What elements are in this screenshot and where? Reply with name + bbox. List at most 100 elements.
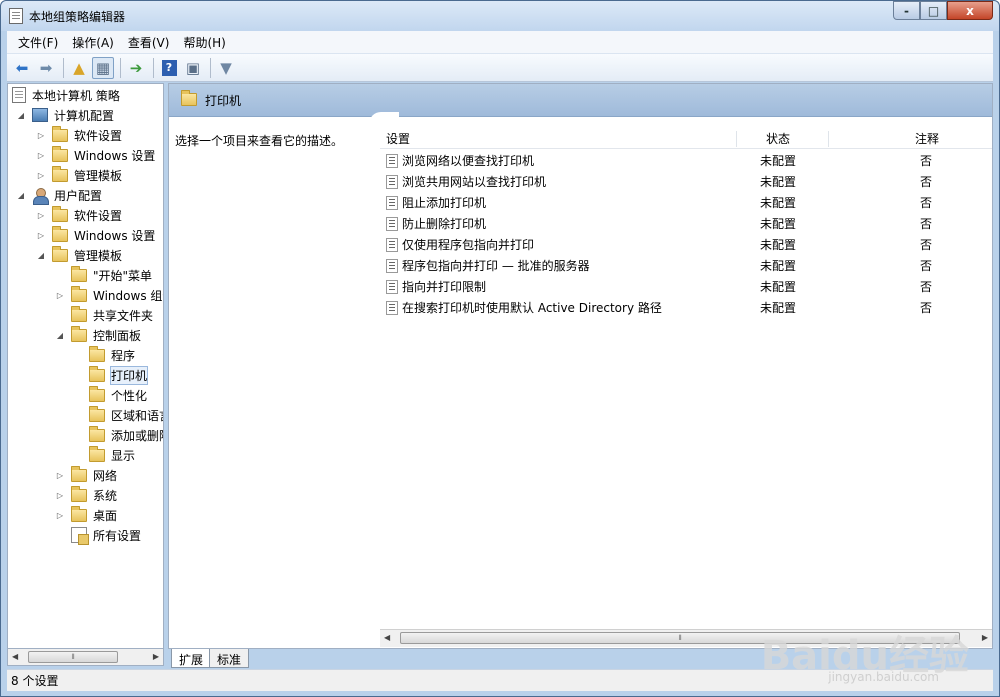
- menu-file[interactable]: 文件(F): [11, 34, 65, 51]
- expand-arrow-icon[interactable]: ▷: [55, 291, 65, 300]
- list-item[interactable]: 指向并打印限制 未配置 否: [380, 276, 992, 297]
- window-controls: - □ x: [893, 1, 993, 20]
- show-tree-icon[interactable]: ▦: [92, 56, 114, 79]
- list-item[interactable]: 程序包指向并打印 — 批准的服务器 未配置 否: [380, 255, 992, 276]
- setting-name: 仅使用程序包指向并打印: [402, 238, 535, 252]
- tree-item-display[interactable]: 显示: [73, 445, 135, 465]
- menu-action[interactable]: 操作(A): [65, 34, 121, 51]
- scroll-thumb[interactable]: ⦀: [28, 651, 118, 663]
- expand-arrow-icon[interactable]: ▷: [36, 231, 46, 240]
- menu-help[interactable]: 帮助(H): [176, 34, 232, 51]
- filter-icon[interactable]: ▼: [215, 57, 237, 79]
- settings-list[interactable]: 设置 状态 注释 浏览网络以便查找打印机 未配置否 浏览共用网站以查找打印机 未配置…: [380, 129, 992, 629]
- scroll-right-icon[interactable]: ▶: [982, 633, 988, 642]
- tree-item-programs[interactable]: 程序: [73, 345, 135, 365]
- column-header-setting[interactable]: 设置: [386, 130, 410, 147]
- folder-icon: [52, 165, 68, 182]
- tree-horizontal-scrollbar[interactable]: ◀ ⦀ ▶: [7, 649, 164, 666]
- list-item[interactable]: 浏览共用网站以查找打印机 未配置 否: [380, 171, 992, 192]
- maximize-button[interactable]: □: [920, 1, 947, 20]
- tree-item-printers[interactable]: 打印机: [73, 365, 149, 385]
- close-button[interactable]: x: [947, 1, 993, 20]
- expand-arrow-icon[interactable]: ◢: [36, 251, 46, 260]
- scroll-left-icon[interactable]: ◀: [384, 633, 390, 642]
- menu-view[interactable]: 查看(V): [121, 34, 177, 51]
- tree-item-computer-config[interactable]: ◢ 计算机配置: [16, 105, 114, 125]
- folder-icon: [71, 305, 87, 322]
- expand-arrow-icon[interactable]: ◢: [16, 191, 26, 200]
- tree-item-label: 系统: [93, 488, 118, 503]
- list-horizontal-scrollbar[interactable]: ◀ ⦀ ▶: [380, 629, 992, 647]
- list-item[interactable]: 浏览网络以便查找打印机 未配置 否: [380, 150, 992, 171]
- tab-standard[interactable]: 标准: [209, 649, 250, 668]
- expand-arrow-icon[interactable]: ▷: [55, 471, 65, 480]
- expand-arrow-icon[interactable]: ▷: [55, 511, 65, 520]
- expand-arrow-icon[interactable]: ◢: [55, 331, 65, 340]
- export-list-icon[interactable]: ➔: [125, 57, 147, 79]
- tree-pane[interactable]: 本地计算机 策略 ◢ 计算机配置 ▷ 软件设置 ▷ Windows 设置 ▷ 管理模板 …: [7, 83, 164, 649]
- tree-item-label: Windows 组件: [93, 288, 163, 303]
- list-item[interactable]: 在搜索打印机时使用默认 Active Directory 路径 未配置 否: [380, 297, 992, 318]
- column-header-note[interactable]: 注释: [915, 130, 939, 147]
- setting-name: 程序包指向并打印 — 批准的服务器: [402, 259, 590, 273]
- toolbar: ⬅ ➡ ▲ ▦ ➔ ? ▣ ▼: [7, 53, 993, 82]
- minimize-button[interactable]: -: [893, 1, 920, 20]
- help-icon[interactable]: ?: [158, 57, 180, 79]
- scroll-right-icon[interactable]: ▶: [153, 652, 159, 661]
- setting-icon: [386, 237, 398, 252]
- folder-icon: [89, 385, 105, 402]
- tree-item-control-panel[interactable]: ◢ 控制面板: [55, 325, 141, 345]
- setting-icon: [386, 174, 398, 189]
- tree-item-label: 网络: [93, 468, 118, 483]
- expand-arrow-icon[interactable]: ▷: [36, 151, 46, 160]
- policy-doc-icon: [12, 87, 26, 103]
- tree-item-desktop[interactable]: ▷ 桌面: [55, 505, 117, 525]
- tree-item-user-windows-settings[interactable]: ▷ Windows 设置: [36, 225, 155, 245]
- setting-icon: [386, 216, 398, 231]
- tree-item-label: Windows 设置: [74, 148, 156, 163]
- column-divider[interactable]: [736, 131, 737, 147]
- tree-item-software-settings[interactable]: ▷ 软件设置: [36, 125, 122, 145]
- tree-item-region-language[interactable]: 区域和语言: [73, 405, 163, 425]
- tree-item-local-policy[interactable]: 本地计算机 策略: [12, 85, 120, 105]
- tree-item-admin-templates[interactable]: ▷ 管理模板: [36, 165, 122, 185]
- tree-item-windows-settings[interactable]: ▷ Windows 设置: [36, 145, 155, 165]
- tree-item-windows-components[interactable]: ▷ Windows 组件: [55, 285, 163, 305]
- expand-arrow-icon[interactable]: ▷: [36, 211, 46, 220]
- tree-item-user-config[interactable]: ◢ 用户配置: [16, 185, 102, 205]
- tree-item-shared-folders[interactable]: 共享文件夹: [55, 305, 153, 325]
- back-arrow-icon[interactable]: ⬅: [11, 57, 33, 79]
- tree-item-user-admin-templates[interactable]: ◢ 管理模板: [36, 245, 122, 265]
- title-bar[interactable]: 本地组策略编辑器 - □ x: [1, 1, 999, 31]
- tree-item-all-settings[interactable]: 所有设置: [55, 525, 141, 545]
- list-item[interactable]: 阻止添加打印机 未配置 否: [380, 192, 992, 213]
- setting-icon: [386, 195, 398, 210]
- folder-icon: [52, 205, 68, 222]
- scroll-left-icon[interactable]: ◀: [12, 652, 18, 661]
- tab-extended[interactable]: 扩展: [171, 649, 212, 668]
- tree-item-network[interactable]: ▷ 网络: [55, 465, 117, 485]
- tree-item-add-remove[interactable]: 添加或删除: [73, 425, 163, 445]
- scroll-thumb[interactable]: ⦀: [400, 632, 960, 644]
- up-folder-icon[interactable]: ▲: [68, 57, 90, 79]
- tree-item-start-menu[interactable]: "开始"菜单: [55, 265, 152, 285]
- expand-arrow-icon[interactable]: ▷: [36, 131, 46, 140]
- tree-item-personalization[interactable]: 个性化: [73, 385, 147, 405]
- description-text: 选择一个项目来查看它的描述。: [175, 134, 344, 148]
- tree-item-label: 控制面板: [93, 328, 142, 343]
- tree-item-user-software-settings[interactable]: ▷ 软件设置: [36, 205, 122, 225]
- properties-icon[interactable]: ▣: [182, 57, 204, 79]
- setting-icon: [386, 279, 398, 294]
- forward-arrow-icon[interactable]: ➡: [35, 57, 57, 79]
- expand-arrow-icon[interactable]: ▷: [55, 491, 65, 500]
- list-item[interactable]: 仅使用程序包指向并打印 未配置 否: [380, 234, 992, 255]
- folder-icon: [89, 405, 105, 422]
- expand-arrow-icon[interactable]: ◢: [16, 111, 26, 120]
- expand-arrow-icon[interactable]: ▷: [36, 171, 46, 180]
- status-text: 8 个设置: [11, 674, 59, 688]
- tree-item-system[interactable]: ▷ 系统: [55, 485, 117, 505]
- setting-note: 否: [920, 217, 933, 231]
- column-header-state[interactable]: 状态: [766, 130, 790, 147]
- column-divider[interactable]: [828, 131, 829, 147]
- list-item[interactable]: 防止删除打印机 未配置 否: [380, 213, 992, 234]
